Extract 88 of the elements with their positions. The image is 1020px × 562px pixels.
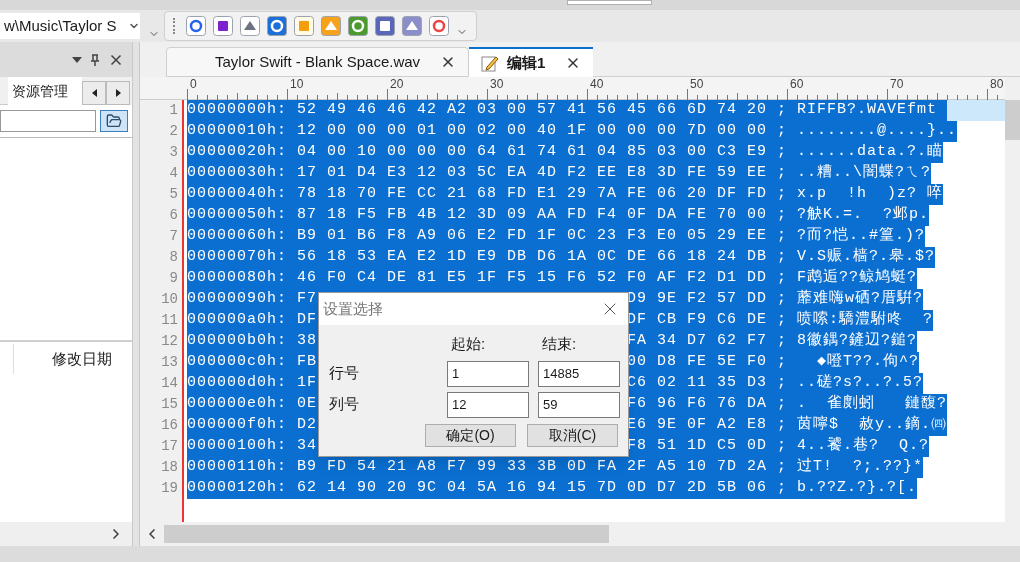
line-number: 5 <box>169 185 178 204</box>
column-label: 起始: <box>450 334 487 354</box>
ruler-label: 10 <box>290 77 304 91</box>
scrollbar-thumb[interactable] <box>164 525 609 543</box>
ruler-label: 20 <box>390 77 404 91</box>
hex-line-text: 000000f0h: D2 <box>187 416 318 434</box>
dialog-title: 设置选择 <box>323 298 384 319</box>
hex-line-text: 000000e0h: 0E <box>187 395 318 413</box>
hex-line-text: 00000020h: 04 00 10 00 00 00 64 61 74 61 04 85 03 00 C3 E9 ; ......data.?.瞄 <box>187 141 944 163</box>
shortcut-icon[interactable] <box>186 16 206 36</box>
line-number: 13 <box>161 353 178 372</box>
search-field[interactable] <box>567 0 652 5</box>
dropdown-icon[interactable] <box>72 56 82 63</box>
tab-label: 编辑1 <box>507 52 546 73</box>
line-number: 3 <box>169 143 178 162</box>
editor-tab[interactable]: 编辑1 <box>469 47 594 77</box>
hex-line-text: 00000010h: 12 00 00 00 01 00 02 00 40 1F 00 00 00 7D 00 00 ; ........@....}.. <box>187 121 958 142</box>
shortcut-icon[interactable] <box>402 16 422 36</box>
number-field[interactable]: 1 <box>447 360 529 387</box>
shortcut-icon[interactable] <box>375 16 395 36</box>
line-number: 14 <box>161 374 178 393</box>
line-number: 10 <box>161 290 178 309</box>
line-number: 9 <box>169 269 178 288</box>
address-text: w\Music\Taylor S <box>4 15 118 36</box>
hex-line-text: 00000100h: 34 <box>187 437 318 455</box>
editor-tab[interactable]: Taylor Swift - Blank Space.wav <box>166 47 470 77</box>
panel-tab[interactable]: 资源管理 <box>8 77 82 105</box>
hex-line-text: 000000b0h: 38 <box>187 332 318 350</box>
line-number: 11 <box>161 311 178 330</box>
line-number: 19 <box>161 479 178 498</box>
field-label: 行号 <box>329 363 360 384</box>
shortcut-icon[interactable] <box>348 16 368 36</box>
field-label: 列号 <box>329 394 360 415</box>
hex-line-text: 00000030h: 17 01 D4 E3 12 03 5C EA 4D F2 EE E8 3D FE 59 EE ; ..糟..\闇蝶?ㄟ? <box>187 163 932 184</box>
hex-line-text: 00000000h: 52 49 46 46 42 A2 03 00 57 41 56 45 66 6D 74 20 ; RIFFB?.WAVEfmt <box>187 100 939 121</box>
hex-line-text: 00000060h: B9 01 B6 F8 A9 06 E2 FD 1F 0C 23 F3 E0 05 29 EE ; ?而?恺..#篁.)? <box>187 225 926 247</box>
line-number: 2 <box>169 122 178 141</box>
ruler-label: 40 <box>590 77 604 91</box>
pin-icon[interactable] <box>90 53 100 66</box>
line-number: 16 <box>161 416 178 435</box>
number-field[interactable]: 12 <box>447 391 529 418</box>
right-arrow-icon <box>115 89 121 97</box>
line-number: 18 <box>161 458 178 477</box>
path-field[interactable] <box>0 110 96 132</box>
column-label: 结束: <box>541 334 578 354</box>
hex-line-text: 00000050h: 87 18 F5 FB 4B 12 3D 09 AA FD F4 0F DA FE 70 00 ; ?觖K.=. ?邺p. <box>187 205 930 226</box>
shortcut-icon[interactable] <box>429 16 449 36</box>
vertical-scrollbar[interactable] <box>1005 77 1020 522</box>
hex-line-text: 00000080h: 46 F0 C4 DE 81 E5 1F F5 15 F6 52 F0 AF F2 D1 DD ; F鹉逅??鲸鸠蜓? <box>187 267 918 289</box>
ruler-label: 60 <box>790 77 804 91</box>
line-number: 8 <box>169 248 178 267</box>
shortcut-icon[interactable] <box>213 16 233 36</box>
ruler-label: 50 <box>690 77 704 91</box>
tab-label: Taylor Swift - Blank Space.wav <box>215 51 421 72</box>
scroll-right-button[interactable] <box>106 81 130 105</box>
address-combo[interactable]: w\Music\Taylor S <box>0 13 140 39</box>
hex-line-text: 00000090h: F7 <box>187 290 318 308</box>
scroll-left-button[interactable] <box>82 81 106 105</box>
ruler-label: 0 <box>190 77 197 91</box>
hex-line-text: 00000040h: 78 18 70 FE CC 21 68 FD E1 29 7A FE 06 20 DF FD ; x.p !h )z? 啐 <box>187 183 944 205</box>
line-number: 7 <box>169 227 178 246</box>
number-field[interactable]: 59 <box>538 391 620 418</box>
dialog-button[interactable]: 确定(O) <box>425 423 516 447</box>
line-number: 17 <box>161 437 178 456</box>
folder-icon <box>106 113 122 129</box>
line-number: 15 <box>161 395 178 414</box>
horizontal-scrollbar[interactable] <box>140 522 1020 546</box>
hex-line-text: 00000070h: 56 18 53 EA E2 1D E9 DB D6 1A 0C DE 66 18 24 DB ; V.S赈.樯?.皋.$? <box>187 246 936 268</box>
dialog-button[interactable]: 取消(C) <box>527 423 618 447</box>
ruler-label: 30 <box>490 77 504 91</box>
line-number: 4 <box>169 164 178 183</box>
hex-line-text: 000000a0h: DF <box>187 311 318 329</box>
pencil-icon <box>481 54 500 72</box>
line-number: 6 <box>169 206 178 225</box>
hex-line-text: 00000110h: B9 FD 54 21 A8 F7 99 33 3B 0D FA 2F A5 10 7D 2A ; 过T! ?;.??}* <box>187 457 924 478</box>
shortcut-icon[interactable] <box>267 16 287 36</box>
left-arrow-icon <box>91 89 97 97</box>
hex-line-text: 00000120h: 62 14 90 20 9C 04 5A 16 94 15 7D 0D D7 2D 5B 06 ; b.??Z.?}.?[. <box>187 478 918 499</box>
shortcut-icon[interactable] <box>240 16 260 36</box>
line-number: 1 <box>169 101 178 120</box>
browse-button[interactable] <box>100 110 128 132</box>
hex-line-text: 000000c0h: FB <box>187 353 318 371</box>
number-field[interactable]: 14885 <box>538 360 620 387</box>
ruler-label: 70 <box>890 77 904 91</box>
hex-line-text: 000000d0h: 1F <box>187 374 318 392</box>
scrollbar-thumb[interactable] <box>1005 100 1020 140</box>
ruler-label: 80 <box>990 77 1004 91</box>
line-number: 12 <box>161 332 178 351</box>
